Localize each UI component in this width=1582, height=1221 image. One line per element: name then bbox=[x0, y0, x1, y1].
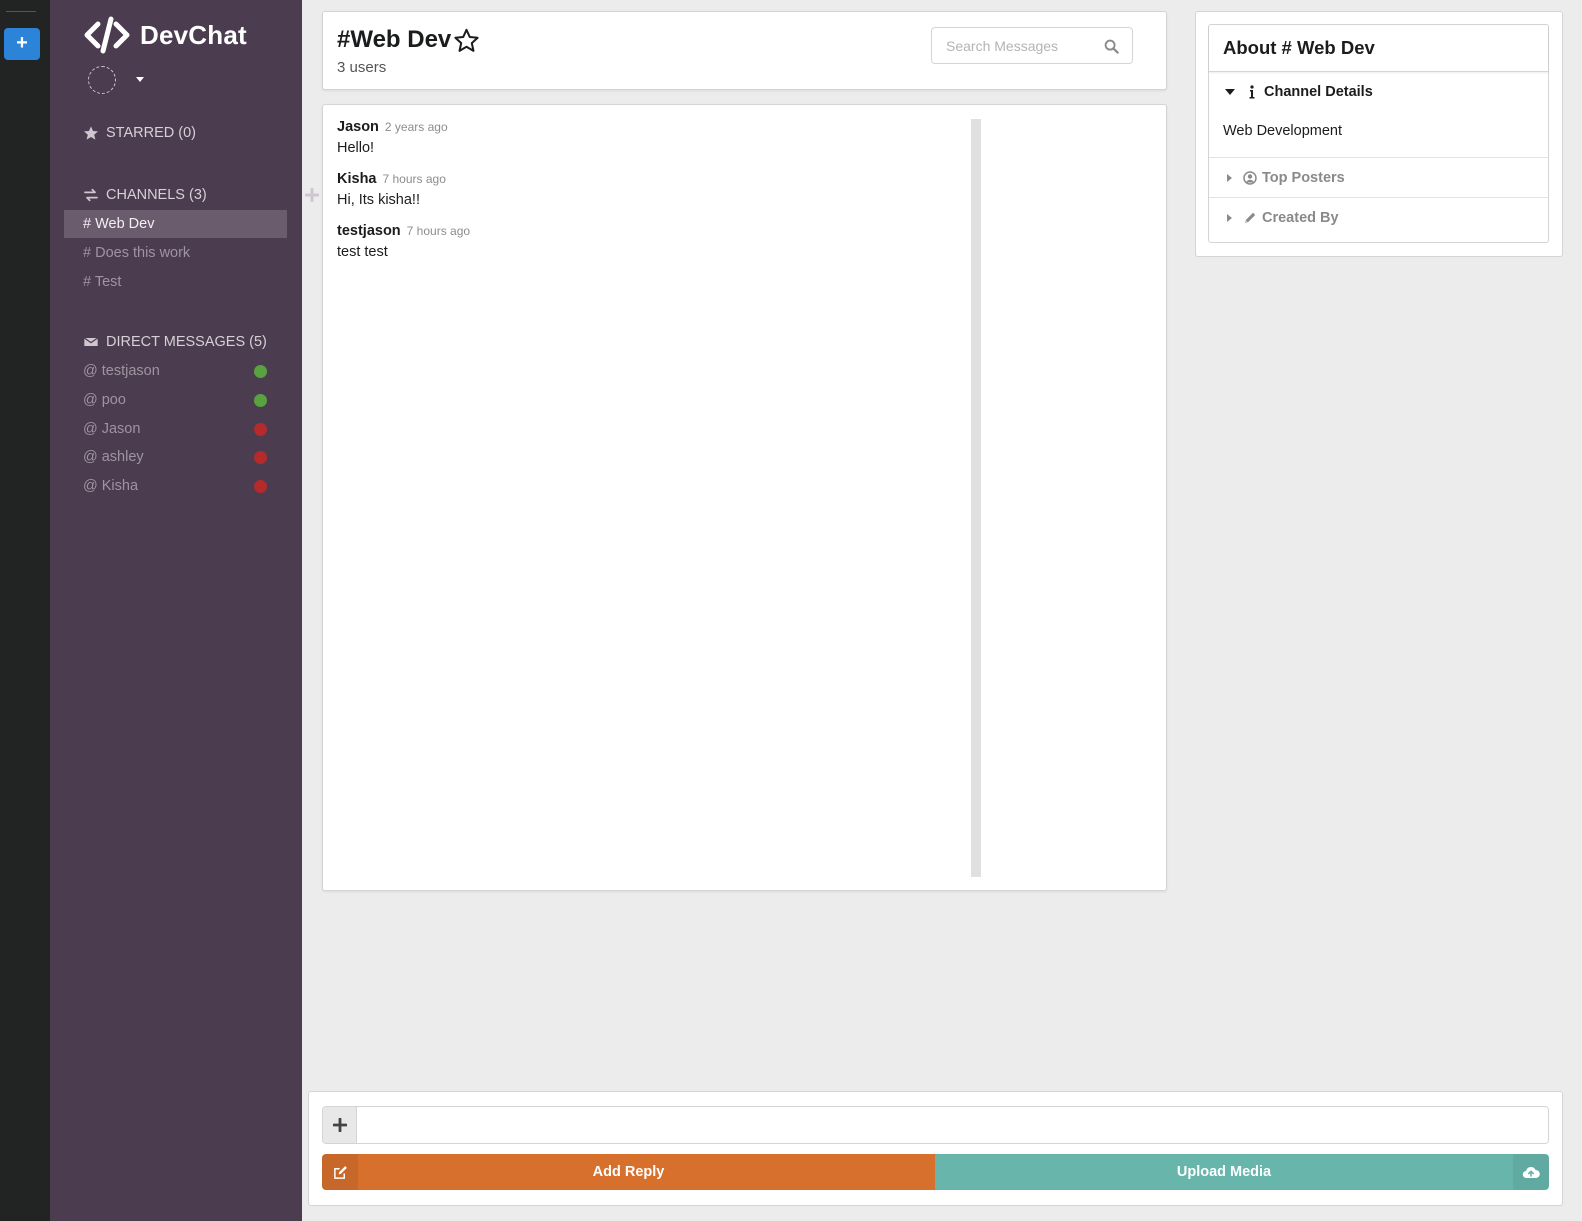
message-text: Hi, Its kisha!! bbox=[337, 192, 420, 208]
channel-item-test[interactable]: # Test bbox=[64, 268, 287, 296]
avatar[interactable] bbox=[88, 66, 116, 94]
message-text: Hello! bbox=[337, 140, 375, 156]
messages-scrollbar[interactable] bbox=[971, 119, 981, 877]
top-posters-label: Top Posters bbox=[1262, 169, 1345, 186]
channel-details-toggle[interactable]: Channel Details bbox=[1209, 72, 1548, 112]
dm-item-ashley[interactable]: @ ashley bbox=[64, 443, 287, 471]
message-input[interactable] bbox=[357, 1107, 1548, 1143]
add-channel-icon[interactable] bbox=[305, 188, 319, 202]
top-posters-toggle[interactable]: Top Posters bbox=[1209, 157, 1548, 197]
offline-status-indicator bbox=[254, 480, 267, 493]
user-circle-icon bbox=[1243, 170, 1257, 185]
add-attachment-button[interactable] bbox=[323, 1107, 357, 1143]
dm-item-label: @ Jason bbox=[83, 421, 141, 437]
offline-status-indicator bbox=[254, 423, 267, 436]
search-input[interactable] bbox=[946, 37, 1106, 54]
channel-item-does-this-work[interactable]: # Does this work bbox=[64, 239, 287, 267]
message-input-wrap bbox=[322, 1106, 1549, 1144]
direct-messages-header: DIRECT MESSAGES (5) bbox=[83, 334, 319, 350]
strip-divider bbox=[6, 11, 36, 12]
channel-title: #Web Dev bbox=[337, 26, 452, 53]
message-meta: Jason 2 years ago bbox=[337, 119, 448, 135]
upload-media-label: Upload Media bbox=[1176, 1164, 1272, 1180]
direct-messages-label: DIRECT MESSAGES (5) bbox=[106, 334, 267, 350]
app-name: DevChat bbox=[140, 19, 247, 50]
channel-item-web-dev[interactable]: # Web Dev bbox=[64, 210, 287, 238]
message-author[interactable]: testjason bbox=[337, 223, 401, 239]
form-buttons: Add Reply Upload Media bbox=[322, 1154, 1549, 1190]
cloud-upload-icon bbox=[1522, 1166, 1540, 1179]
dm-item-poo[interactable]: @ poo bbox=[64, 386, 287, 414]
info-icon bbox=[1249, 85, 1255, 99]
caret-right-icon bbox=[1227, 213, 1232, 222]
message-time: 2 years ago bbox=[384, 120, 448, 134]
message-meta: Kisha 7 hours ago bbox=[337, 171, 446, 187]
message-time: 7 hours ago bbox=[406, 224, 471, 238]
online-status-indicator bbox=[254, 365, 267, 378]
chevron-down-icon[interactable] bbox=[136, 76, 144, 82]
dm-item-label: @ Kisha bbox=[83, 478, 139, 494]
channels-header: CHANNELS (3) bbox=[83, 187, 319, 203]
message: Jason 2 years ago Hello! bbox=[337, 119, 448, 156]
about-title: About # Web Dev bbox=[1209, 25, 1548, 72]
add-reply-button[interactable]: Add Reply bbox=[322, 1154, 935, 1190]
brand: DevChat bbox=[84, 16, 247, 54]
message: Kisha 7 hours ago Hi, Its kisha!! bbox=[337, 171, 446, 208]
dm-item-jason[interactable]: @ Jason bbox=[64, 415, 287, 443]
workspace-strip: + bbox=[0, 0, 50, 1221]
caret-right-icon bbox=[1227, 173, 1232, 182]
message: testjason 7 hours ago test test bbox=[337, 223, 470, 260]
channel-details-label: Channel Details bbox=[1264, 84, 1373, 100]
message-author[interactable]: Jason bbox=[337, 119, 379, 135]
user-count: 3 users bbox=[337, 59, 387, 76]
message-form: Add Reply Upload Media bbox=[308, 1091, 1563, 1206]
created-by-label: Created By bbox=[1262, 209, 1339, 226]
message-time: 7 hours ago bbox=[382, 172, 446, 186]
dm-item-testjason[interactable]: @ testjason bbox=[64, 357, 287, 385]
search-icon[interactable] bbox=[1104, 39, 1119, 54]
upload-media-button[interactable]: Upload Media bbox=[935, 1154, 1549, 1190]
channels-label: CHANNELS (3) bbox=[106, 187, 207, 203]
star-icon bbox=[84, 126, 98, 140]
mail-icon bbox=[83, 337, 99, 346]
dm-item-label: @ poo bbox=[83, 392, 126, 408]
dm-item-label: @ testjason bbox=[83, 363, 160, 379]
sidebar: DevChat STARRED (0) CHANNELS (3) # Web D… bbox=[50, 0, 319, 1221]
user-menu[interactable] bbox=[88, 66, 144, 94]
created-by-toggle[interactable]: Created By bbox=[1209, 197, 1548, 237]
starred-label: STARRED (0) bbox=[106, 125, 196, 141]
online-status-indicator bbox=[254, 394, 267, 407]
cloud-upload-icon-wrap bbox=[1513, 1154, 1549, 1190]
dm-item-label: @ ashley bbox=[83, 449, 144, 465]
message-meta: testjason 7 hours ago bbox=[337, 223, 470, 239]
code-icon bbox=[84, 16, 130, 54]
channel-header: #Web Dev 3 users bbox=[322, 11, 1167, 90]
exchange-icon bbox=[84, 188, 98, 202]
starred-header: STARRED (0) bbox=[83, 125, 319, 141]
dm-item-kisha[interactable]: @ Kisha bbox=[64, 472, 287, 500]
add-workspace-button[interactable]: + bbox=[4, 28, 40, 60]
plus-icon bbox=[332, 1118, 347, 1132]
caret-down-icon bbox=[1225, 89, 1235, 95]
channel-title-wrap: #Web Dev bbox=[337, 26, 480, 54]
pencil-icon bbox=[1245, 212, 1256, 223]
star-outline-icon[interactable] bbox=[453, 27, 480, 54]
add-reply-label: Add Reply bbox=[592, 1164, 665, 1180]
channel-details-content: Web Development bbox=[1223, 123, 1343, 139]
search-box[interactable] bbox=[931, 27, 1133, 64]
message-author[interactable]: Kisha bbox=[337, 171, 377, 187]
message-text: test test bbox=[337, 244, 388, 260]
about-card: About # Web Dev Channel Details Web Deve… bbox=[1208, 24, 1549, 243]
offline-status-indicator bbox=[254, 451, 267, 464]
about-panel: About # Web Dev Channel Details Web Deve… bbox=[1195, 11, 1563, 257]
messages-panel: Jason 2 years ago Hello! Kisha 7 hours a… bbox=[322, 104, 1167, 891]
